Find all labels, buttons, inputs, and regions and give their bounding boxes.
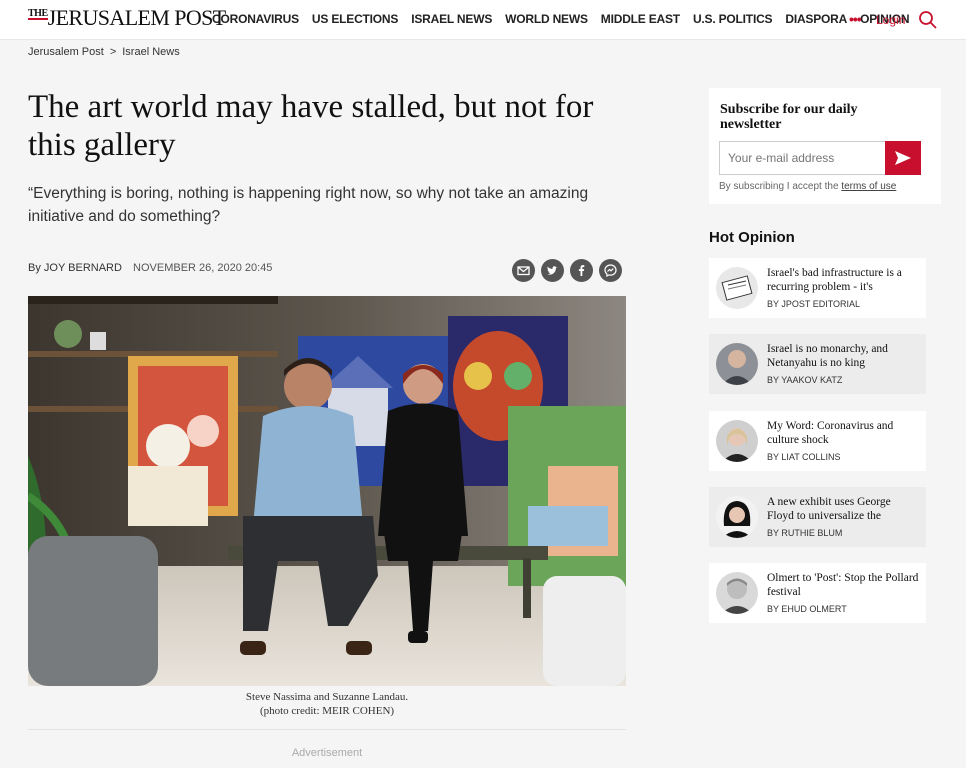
- article-photo: [28, 296, 626, 686]
- terms-text: By subscribing I accept the terms of use: [719, 181, 896, 192]
- top-navigation-bar: THEJERUSALEM POST CORONAVIRUS US ELECTIO…: [0, 0, 966, 40]
- newsletter-box: Subscribe for our daily newsletter By su…: [709, 88, 941, 204]
- search-icon[interactable]: [918, 10, 938, 30]
- newsletter-title: Subscribe for our daily newsletter: [720, 102, 858, 132]
- caption-text: Steve Nassima and Suzanne Landau.: [245, 691, 409, 703]
- breadcrumb-home[interactable]: Jerusalem Post: [28, 46, 104, 58]
- publish-date: November 26, 2020 20:45: [133, 262, 273, 274]
- email-input[interactable]: [719, 141, 886, 175]
- avatar: [716, 420, 758, 462]
- opinion-author: By Ruthie Blum: [767, 528, 843, 538]
- opinion-card[interactable]: Israel's bad infrastructure is a recurri…: [709, 258, 926, 318]
- logo-name: JERUSALEM POST: [47, 5, 227, 30]
- opinion-title[interactable]: Olmert to 'Post': Stop the Pollard festi…: [767, 571, 919, 599]
- breadcrumb-separator: >: [109, 46, 117, 58]
- opinion-card[interactable]: A new exhibit uses George Floyd to unive…: [709, 487, 926, 547]
- article-subheadline: “Everything is boring, nothing is happen…: [28, 185, 589, 225]
- author-link[interactable]: Joy Bernard: [44, 262, 122, 274]
- opinion-card[interactable]: Israel is no monarchy, and Netanyahu is …: [709, 334, 926, 394]
- nav-us-politics[interactable]: U.S. POLITICS: [693, 12, 773, 26]
- photo-caption: Steve Nassima and Suzanne Landau. (photo…: [28, 690, 626, 718]
- opinion-author: By Ehud Olmert: [767, 604, 847, 614]
- photo-credit: (photo credit: MEIR COHEN): [259, 705, 395, 717]
- byline: By Joy Bernard November 26, 2020 20:45: [28, 262, 272, 274]
- site-logo[interactable]: THEJERUSALEM POST: [28, 7, 226, 29]
- byline-prefix: By: [28, 262, 41, 274]
- login-link[interactable]: Login: [876, 13, 905, 27]
- messenger-icon[interactable]: [599, 259, 622, 282]
- avatar: [716, 496, 758, 538]
- nav-world-news[interactable]: WORLD NEWS: [505, 12, 588, 26]
- main-nav: CORONAVIRUS US ELECTIONS ISRAEL NEWS WOR…: [212, 12, 910, 26]
- twitter-icon[interactable]: [541, 259, 564, 282]
- avatar: [716, 343, 758, 385]
- article-headline: The art world may have stalled, but not …: [28, 89, 594, 163]
- opinion-title[interactable]: Israel's bad infrastructure is a recurri…: [767, 266, 919, 294]
- terms-of-use-link[interactable]: terms of use: [841, 181, 896, 192]
- hot-opinion-heading: Hot Opinion: [709, 229, 795, 246]
- opinion-title[interactable]: My Word: Coronavirus and culture shock: [767, 419, 919, 447]
- share-buttons: [512, 259, 622, 282]
- opinion-card[interactable]: My Word: Coronavirus and culture shock B…: [709, 411, 926, 471]
- advertisement-label: Advertisement: [291, 747, 363, 759]
- terms-prefix: By subscribing I accept the: [719, 181, 839, 192]
- opinion-card[interactable]: Olmert to 'Post': Stop the Pollard festi…: [709, 563, 926, 623]
- subscribe-button[interactable]: [885, 141, 921, 175]
- opinion-author: By Liat Collins: [767, 452, 841, 462]
- avatar: [716, 267, 758, 309]
- send-arrow-icon: [895, 151, 911, 165]
- facebook-icon[interactable]: [570, 259, 593, 282]
- nav-middle-east[interactable]: MIDDLE EAST: [601, 12, 680, 26]
- opinion-title[interactable]: Israel is no monarchy, and Netanyahu is …: [767, 342, 919, 370]
- breadcrumb: Jerusalem Post > Israel News: [28, 46, 180, 58]
- opinion-author: By Jpost Editorial: [767, 299, 861, 309]
- opinion-title[interactable]: A new exhibit uses George Floyd to unive…: [767, 495, 919, 523]
- divider: [28, 729, 626, 730]
- email-icon[interactable]: [512, 259, 535, 282]
- breadcrumb-section[interactable]: Israel News: [122, 46, 179, 58]
- avatar: [716, 572, 758, 614]
- more-menu-icon[interactable]: •••: [849, 11, 862, 27]
- nav-coronavirus[interactable]: CORONAVIRUS: [212, 12, 299, 26]
- nav-diaspora[interactable]: DIASPORA: [785, 12, 847, 26]
- nav-israel-news[interactable]: ISRAEL NEWS: [411, 12, 492, 26]
- opinion-author: By Yaakov Katz: [767, 375, 843, 385]
- nav-us-elections[interactable]: US ELECTIONS: [312, 12, 398, 26]
- logo-the: THE: [28, 8, 48, 20]
